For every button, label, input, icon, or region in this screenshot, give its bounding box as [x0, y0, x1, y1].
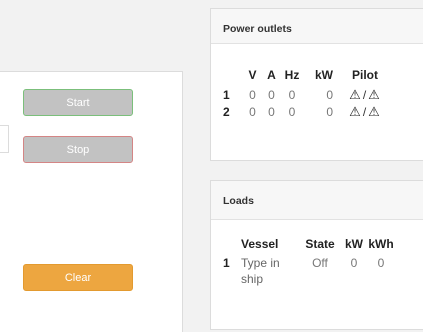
col-header-a: A [267, 68, 276, 82]
col-header-kw: kW [345, 237, 363, 251]
col-header-hz: Hz [284, 68, 300, 82]
table-row: 2 0 0 0 0 ⚠/⚠ [219, 103, 393, 120]
table-header-row: Vessel State kW kWh [219, 233, 397, 255]
outlet-pilot: ⚠/⚠ [337, 103, 393, 120]
col-header-id [219, 233, 237, 255]
col-header-v: V [248, 68, 257, 82]
outlet-pilot: ⚠/⚠ [337, 86, 393, 103]
col-header-state: State [305, 237, 335, 251]
outlet-current: 0 [268, 104, 275, 119]
warning-triangle-icon: ⚠ [349, 86, 362, 102]
outlet-frequency: 0 [288, 104, 296, 119]
outlet-power: 0 [326, 87, 333, 102]
warning-triangle-icon: ⚠ [368, 103, 381, 119]
loads-table: Vessel State kW kWh 1 Type in ship Off 0… [219, 233, 397, 287]
load-energy: 0 [377, 256, 385, 270]
table-row: 1 Type in ship Off 0 0 [219, 255, 397, 287]
col-header-pilot: Pilot [352, 68, 378, 82]
table-header-row: V A Hz kW Pilot [219, 64, 393, 86]
power-outlets-table: V A Hz kW Pilot 1 0 0 0 0 ⚠/⚠ 2 0 0 0 0 … [219, 64, 393, 120]
panel-notch [0, 125, 9, 153]
loads-title: Loads [211, 181, 423, 220]
col-header-vessel: Vessel [241, 237, 279, 251]
load-id: 1 [223, 256, 230, 270]
col-header-kw: kW [315, 68, 333, 82]
power-outlets-title: Power outlets [211, 9, 423, 44]
outlet-power: 0 [326, 104, 333, 119]
table-row: 1 0 0 0 0 ⚠/⚠ [219, 86, 393, 103]
col-header-kwh: kWh [368, 237, 394, 251]
warning-triangle-icon: ⚠ [368, 86, 381, 102]
outlet-frequency: 0 [288, 87, 296, 102]
col-header-id [219, 64, 243, 86]
stop-button[interactable]: Stop [23, 136, 133, 163]
outlet-voltage: 0 [249, 87, 256, 102]
outlet-id: 1 [223, 87, 230, 102]
start-button[interactable]: Start [23, 89, 133, 116]
load-vessel: Type in ship [237, 255, 297, 287]
outlet-current: 0 [268, 87, 275, 102]
outlet-voltage: 0 [249, 104, 256, 119]
load-vessel-text: Type in ship [241, 256, 280, 286]
clear-button[interactable]: Clear [23, 264, 133, 291]
load-power: 0 [350, 256, 358, 270]
power-outlets-card: Power outlets V A Hz kW Pilot 1 0 0 0 0 … [210, 8, 423, 161]
warning-triangle-icon: ⚠ [349, 103, 362, 119]
loads-card: Loads Vessel State kW kWh 1 Type in ship… [210, 180, 423, 330]
outlet-id: 2 [223, 104, 230, 119]
load-state: Off [312, 256, 328, 270]
